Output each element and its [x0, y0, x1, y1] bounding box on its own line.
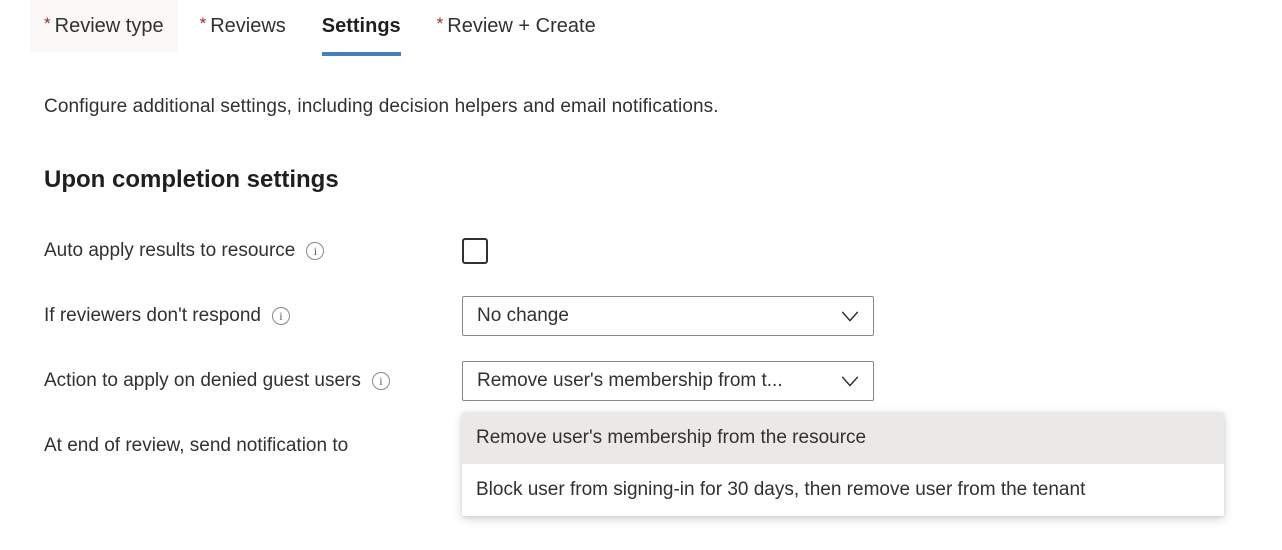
info-icon[interactable]: i — [306, 242, 325, 260]
tab-label: Settings — [321, 14, 401, 37]
list-item[interactable]: Remove user's membership from the resour… — [462, 412, 1224, 464]
label-action-denied-guest-users: Action to apply on denied guest users i — [44, 370, 462, 392]
option-label: Remove user's membership from the resour… — [476, 427, 867, 448]
tab-settings[interactable]: Settings — [308, 0, 415, 56]
info-icon-glyph: i — [279, 309, 283, 323]
tab-label: Review type — [54, 14, 164, 37]
panel-description: Configure additional settings, including… — [44, 96, 719, 117]
row-action-denied-guest-users: Action to apply on denied guest users i … — [44, 358, 1282, 404]
tab-selected-underline — [321, 52, 401, 56]
info-icon[interactable]: i — [371, 372, 390, 390]
dropdown-selected-value: No change — [477, 305, 569, 326]
dropdown-selected-value: Remove user's membership from t... — [477, 370, 783, 391]
required-asterisk: * — [436, 13, 444, 33]
if-reviewers-dont-respond-dropdown[interactable]: No change — [462, 296, 874, 336]
tab-label: Reviews — [210, 14, 286, 37]
chevron-down-icon — [841, 311, 859, 322]
row-auto-apply-results: Auto apply results to resource i — [44, 228, 1282, 274]
label-text: Action to apply on denied guest users — [44, 370, 361, 391]
action-denied-guest-users-dropdown[interactable]: Remove user's membership from t... — [462, 361, 874, 401]
option-label: Block user from signing-in for 30 days, … — [476, 479, 1086, 500]
wizard-tab-strip: * Review type * Reviews Settings * Revie… — [0, 0, 1282, 78]
label-text: At end of review, send notification to — [44, 435, 349, 456]
tab-review-create[interactable]: * Review + Create — [423, 0, 610, 52]
info-icon[interactable]: i — [271, 307, 290, 325]
tab-label: Review + Create — [447, 14, 596, 37]
label-send-notification-to: At end of review, send notification to — [44, 435, 462, 457]
info-icon-glyph: i — [313, 244, 318, 258]
label-if-reviewers-dont-respond: If reviewers don't respond i — [44, 305, 462, 327]
tab-review-type[interactable]: * Review type — [30, 0, 178, 52]
list-item[interactable]: Block user from signing-in for 30 days, … — [462, 464, 1224, 516]
action-denied-guest-users-option-list[interactable]: Remove user's membership from the resour… — [462, 412, 1224, 516]
info-icon-glyph: i — [379, 374, 383, 388]
required-asterisk: * — [199, 13, 207, 33]
chevron-down-icon — [841, 376, 859, 387]
auto-apply-results-checkbox[interactable] — [462, 238, 488, 264]
tab-reviews[interactable]: * Reviews — [186, 0, 300, 52]
label-text: Auto apply results to resource — [44, 240, 296, 261]
row-if-reviewers-dont-respond: If reviewers don't respond i No change — [44, 293, 1282, 339]
label-text: If reviewers don't respond — [44, 305, 261, 326]
required-asterisk: * — [44, 13, 51, 33]
section-title-upon-completion: Upon completion settings — [44, 166, 339, 193]
label-auto-apply-results: Auto apply results to resource i — [44, 240, 462, 262]
